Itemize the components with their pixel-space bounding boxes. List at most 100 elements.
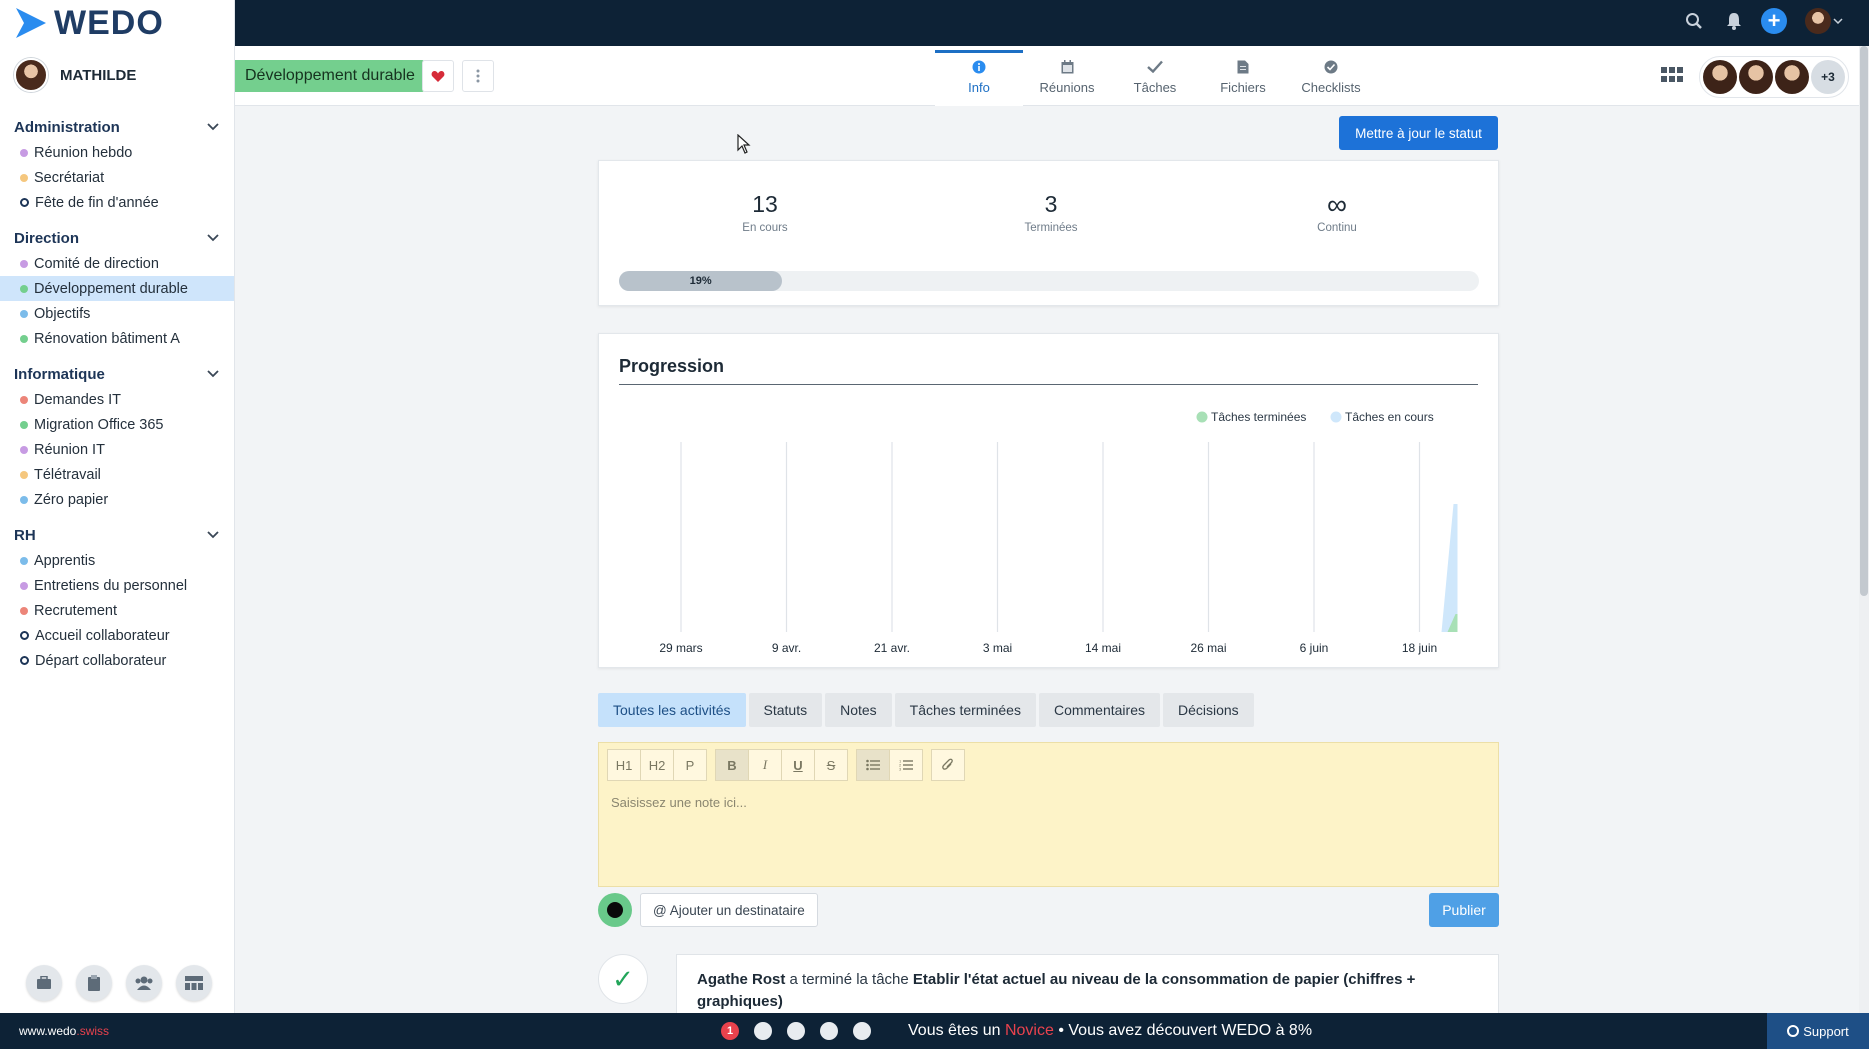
sidebar-item[interactable]: Télétravail	[0, 462, 234, 487]
tab-fichiers[interactable]: Fichiers	[1199, 50, 1287, 106]
activity-filters: Toutes les activités Statuts Notes Tâches t…	[598, 693, 1254, 727]
stat-continuous: ∞ Continu	[1257, 191, 1417, 235]
color-dot-icon	[20, 309, 28, 318]
onboarding-step[interactable]	[853, 1022, 871, 1040]
website-link[interactable]: www.wedo.swiss	[19, 1024, 109, 1038]
user-name: MATHILDE	[60, 66, 137, 84]
sidebar-item[interactable]: Migration Office 365	[0, 412, 234, 437]
stat-in-progress: 13 En cours	[685, 191, 845, 234]
sidebar-item[interactable]: Réunion hebdo	[0, 140, 234, 165]
team-icon[interactable]	[126, 965, 162, 1001]
check-icon	[1111, 60, 1199, 76]
filter-tab[interactable]: Statuts	[748, 693, 823, 727]
sidebar-item[interactable]: Zéro papier	[0, 487, 234, 512]
tab-reunions[interactable]: Réunions	[1023, 50, 1111, 106]
sidebar-item[interactable]: Rénovation bâtiment A	[0, 326, 234, 351]
legend-swatch	[1330, 411, 1342, 423]
italic-button[interactable]: I	[748, 749, 782, 781]
filter-tab[interactable]: Commentaires	[1038, 693, 1160, 727]
sidebar-item[interactable]: Demandes IT	[0, 387, 234, 412]
clipboard-icon[interactable]	[76, 965, 112, 1001]
bold-button[interactable]: B	[715, 749, 749, 781]
attachment-icon[interactable]	[931, 749, 965, 781]
stat-value: 3	[1044, 191, 1058, 217]
dashboard-icon[interactable]	[1661, 66, 1683, 88]
onboarding-step[interactable]: 1	[721, 1022, 739, 1040]
filter-tab[interactable]: Toutes les activités	[598, 693, 746, 727]
sidebar-item[interactable]: Recrutement	[0, 598, 234, 623]
onboarding-step[interactable]	[754, 1022, 772, 1040]
filter-tab[interactable]: Tâches terminées	[894, 693, 1036, 727]
heading1-button[interactable]: H1	[607, 749, 641, 781]
publish-button[interactable]: Publier	[1429, 893, 1499, 927]
sidebar-item[interactable]: Départ collaborateur	[0, 648, 234, 673]
color-dot-icon	[20, 581, 28, 590]
support-button[interactable]: Support	[1767, 1013, 1869, 1049]
sidebar-item[interactable]: Entretiens du personnel	[0, 573, 234, 598]
dashboard-icon[interactable]	[176, 965, 212, 1001]
color-dot-icon	[20, 395, 28, 404]
sidebar-item-label: Entretiens du personnel	[34, 577, 188, 594]
legend-swatch	[1196, 411, 1208, 423]
sidebar-item[interactable]: Secrétariat	[0, 165, 234, 190]
bullet-list-icon[interactable]	[856, 749, 890, 781]
add-recipient-button[interactable]: @ Ajouter un destinataire	[640, 893, 818, 927]
checklist-icon	[20, 656, 29, 665]
user-profile[interactable]: MATHILDE	[0, 46, 234, 104]
logo[interactable]: WEDO	[0, 0, 234, 46]
tab-info[interactable]: Info	[935, 50, 1023, 106]
underline-button[interactable]: U	[781, 749, 815, 781]
sidebar-item[interactable]: Objectifs	[0, 301, 234, 326]
filter-tab[interactable]: Décisions	[1162, 693, 1254, 727]
sidebar-item[interactable]: Fête de fin d'année	[0, 190, 234, 215]
sidebar-section-header[interactable]: RH	[0, 522, 234, 548]
note-input[interactable]: Saisissez une note ici...	[611, 795, 747, 810]
onboarding-step[interactable]	[820, 1022, 838, 1040]
tab-label: Checklists	[1301, 80, 1361, 95]
area-in-progress	[1441, 504, 1458, 632]
color-dot-icon	[20, 606, 28, 615]
onboarding-step[interactable]	[787, 1022, 805, 1040]
sidebar-section-header[interactable]: Direction	[0, 225, 234, 251]
activity-action: a terminé la tâche	[789, 971, 909, 988]
sidebar-item[interactable]: Comité de direction	[0, 251, 234, 276]
more-members-badge: +3	[1811, 60, 1845, 94]
more-options-button[interactable]	[462, 60, 494, 92]
strikethrough-button[interactable]: S	[814, 749, 848, 781]
heading2-button[interactable]: H2	[640, 749, 674, 781]
member-avatar	[1739, 60, 1773, 94]
bell-icon[interactable]	[1721, 8, 1747, 34]
chevron-down-icon[interactable]	[206, 528, 220, 542]
filter-tab[interactable]: Notes	[825, 693, 892, 727]
heart-icon	[431, 70, 445, 82]
sidebar-section-header[interactable]: Administration	[0, 114, 234, 140]
add-button[interactable]: +	[1761, 8, 1787, 34]
chevron-down-icon[interactable]	[206, 231, 220, 245]
briefcase-icon[interactable]	[26, 965, 62, 1001]
scrollbar[interactable]	[1859, 46, 1869, 1013]
update-status-button[interactable]: Mettre à jour le statut	[1339, 116, 1498, 150]
chevron-down-icon[interactable]	[206, 367, 220, 381]
user-menu[interactable]	[1801, 8, 1847, 34]
sidebar-item[interactable]: Développement durable	[0, 276, 234, 301]
numbered-list-icon[interactable]: 123	[889, 749, 923, 781]
checklist-icon	[20, 198, 29, 207]
members-list[interactable]: +3	[1699, 56, 1849, 98]
tab-checklists[interactable]: Checklists	[1287, 50, 1375, 106]
paragraph-button[interactable]: P	[673, 749, 707, 781]
note-editor[interactable]: H1 H2 P B I U S 123 Saisissez une note i…	[598, 742, 1499, 887]
sidebar-item[interactable]: Accueil collaborateur	[0, 623, 234, 648]
activity-actor[interactable]: Agathe Rost	[697, 971, 785, 988]
sidebar-section-header[interactable]: Informatique	[0, 361, 234, 387]
calendar-icon	[1023, 60, 1111, 76]
scrollbar-thumb[interactable]	[1860, 46, 1868, 596]
workspace-title[interactable]: Développement durable	[235, 60, 425, 92]
sidebar-item[interactable]: Apprentis	[0, 548, 234, 573]
post-row: @ Ajouter un destinataire Publier	[598, 893, 1499, 927]
search-icon[interactable]	[1681, 8, 1707, 34]
mouse-cursor-icon	[737, 134, 751, 154]
tab-taches[interactable]: Tâches	[1111, 50, 1199, 106]
chevron-down-icon[interactable]	[206, 120, 220, 134]
favorite-button[interactable]	[422, 60, 454, 92]
sidebar-item[interactable]: Réunion IT	[0, 437, 234, 462]
